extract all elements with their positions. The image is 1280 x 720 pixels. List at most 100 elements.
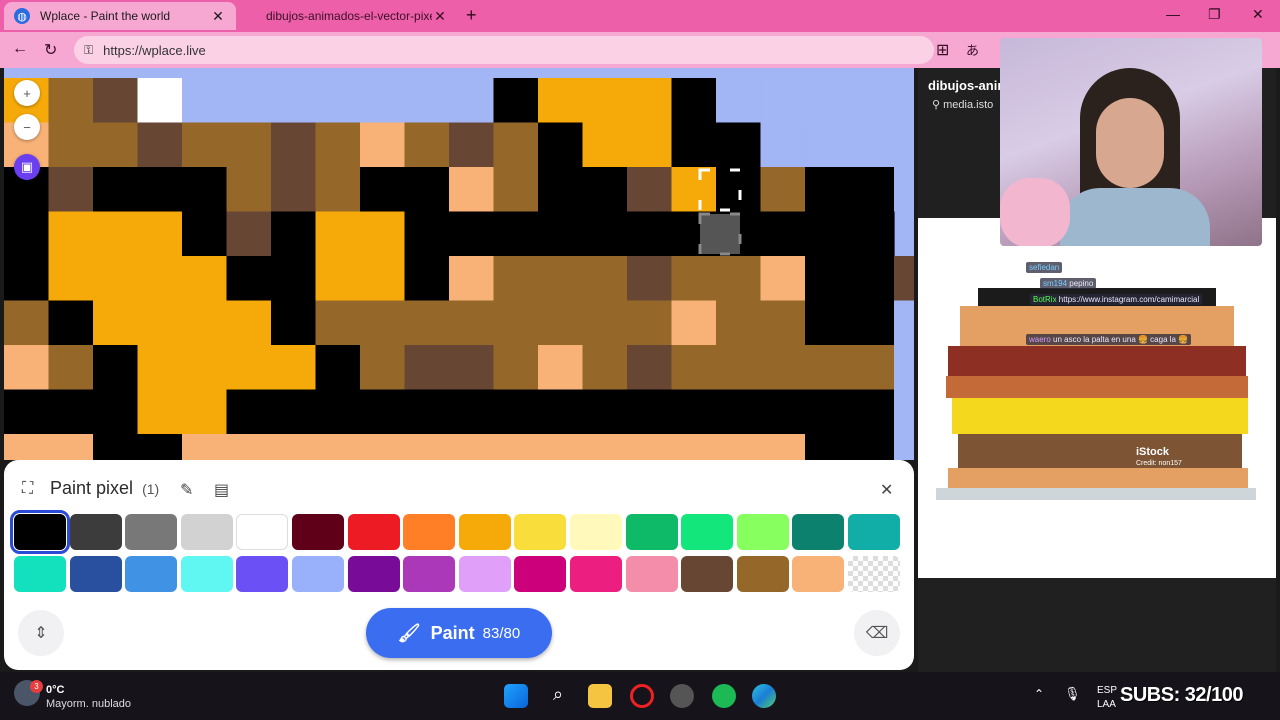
canvas-pixel[interactable] <box>493 167 539 213</box>
canvas-pixel[interactable] <box>627 389 673 435</box>
canvas-pixel[interactable] <box>137 345 183 391</box>
canvas-pixel[interactable] <box>404 211 450 257</box>
color-swatch[interactable] <box>347 556 400 592</box>
weather-description[interactable]: Mayorm. nublado <box>46 698 131 710</box>
canvas-pixel[interactable] <box>760 211 806 257</box>
canvas-pixel[interactable] <box>493 256 539 302</box>
canvas-pixel[interactable] <box>226 434 272 460</box>
close-window-icon[interactable]: ✕ <box>1252 6 1264 23</box>
color-swatch[interactable] <box>848 514 900 550</box>
canvas-pixel[interactable] <box>894 167 914 213</box>
canvas-pixel[interactable] <box>493 78 539 124</box>
canvas-pixel[interactable] <box>271 78 317 124</box>
canvas-pixel[interactable] <box>4 256 50 302</box>
close-tab-icon[interactable]: ✕ <box>210 8 226 25</box>
color-swatch[interactable] <box>625 556 678 592</box>
color-swatch[interactable] <box>69 514 122 550</box>
canvas-pixel[interactable] <box>93 434 139 460</box>
canvas-pixel[interactable] <box>137 167 183 213</box>
site-info-icon[interactable]: ⚿ <box>84 43 93 58</box>
opera-icon[interactable] <box>630 684 654 708</box>
color-swatch[interactable] <box>625 514 678 550</box>
color-swatch[interactable] <box>10 510 70 554</box>
search-icon[interactable]: ⌕ <box>546 684 570 708</box>
canvas-pixel[interactable] <box>671 167 717 213</box>
canvas-pixel[interactable] <box>538 122 584 168</box>
canvas-pixel[interactable] <box>760 345 806 391</box>
zoom-in-button[interactable]: + <box>14 80 40 106</box>
new-tab-button[interactable]: + <box>466 5 477 26</box>
canvas-pixel[interactable] <box>137 434 183 460</box>
close-panel-icon[interactable]: ✕ <box>880 480 893 500</box>
minimize-icon[interactable]: — <box>1166 6 1180 22</box>
canvas-pixel[interactable] <box>627 256 673 302</box>
canvas-pixel[interactable] <box>271 167 317 213</box>
color-swatch[interactable] <box>403 556 456 592</box>
canvas-pixel[interactable] <box>716 300 762 346</box>
canvas-pixel[interactable] <box>538 256 584 302</box>
canvas-pixel[interactable] <box>582 256 628 302</box>
canvas-pixel[interactable] <box>582 78 628 124</box>
canvas-pixel[interactable] <box>182 300 228 346</box>
canvas-pixel[interactable] <box>760 122 806 168</box>
close-tab-icon[interactable]: ✕ <box>432 8 448 25</box>
canvas-pixel[interactable] <box>137 256 183 302</box>
color-swatch[interactable] <box>514 514 567 550</box>
reload-icon[interactable]: ↻ <box>44 40 57 60</box>
twitch-icon[interactable]: ▣ <box>14 154 40 180</box>
canvas-pixel[interactable] <box>404 167 450 213</box>
canvas-pixel[interactable] <box>93 122 139 168</box>
canvas-pixel[interactable] <box>226 345 272 391</box>
zoom-out-button[interactable]: − <box>14 114 40 140</box>
canvas-pixel[interactable] <box>582 434 628 460</box>
canvas-pixel[interactable] <box>538 434 584 460</box>
canvas-pixel[interactable] <box>360 78 406 124</box>
canvas-pixel[interactable] <box>449 167 495 213</box>
canvas-pixel[interactable] <box>137 300 183 346</box>
canvas-pixel[interactable] <box>93 389 139 435</box>
canvas-pixel[interactable] <box>93 256 139 302</box>
canvas-pixel[interactable] <box>48 256 94 302</box>
canvas-pixel[interactable] <box>226 78 272 124</box>
canvas-pixel[interactable] <box>449 256 495 302</box>
canvas-pixel[interactable] <box>182 345 228 391</box>
input-layout[interactable]: LAA <box>1097 699 1116 710</box>
color-swatch[interactable] <box>681 556 734 592</box>
canvas-pixel[interactable] <box>226 211 272 257</box>
canvas-pixel[interactable] <box>404 434 450 460</box>
color-swatch[interactable] <box>180 556 233 592</box>
canvas-pixel[interactable] <box>849 389 895 435</box>
color-swatch[interactable] <box>69 556 122 592</box>
canvas-pixel[interactable] <box>4 389 50 435</box>
canvas-pixel[interactable] <box>4 345 50 391</box>
canvas-pixel[interactable] <box>582 345 628 391</box>
fullscreen-icon[interactable]: ⛶ <box>22 480 33 498</box>
canvas-pixel[interactable] <box>360 122 406 168</box>
canvas-pixel[interactable] <box>449 300 495 346</box>
canvas-pixel[interactable] <box>4 211 50 257</box>
canvas-pixel[interactable] <box>271 434 317 460</box>
canvas-pixel[interactable] <box>805 300 851 346</box>
color-swatch[interactable] <box>347 514 400 550</box>
tab-wplace[interactable]: ◍ Wplace - Paint the world ✕ <box>4 2 236 30</box>
canvas-pixel[interactable] <box>271 211 317 257</box>
canvas-pixel[interactable] <box>538 78 584 124</box>
canvas-pixel[interactable] <box>93 345 139 391</box>
canvas-pixel[interactable] <box>894 434 914 460</box>
canvas-pixel[interactable] <box>627 211 673 257</box>
canvas-pixel[interactable] <box>849 345 895 391</box>
canvas-pixel[interactable] <box>627 78 673 124</box>
transparent-color-swatch[interactable] <box>848 556 900 592</box>
canvas-pixel[interactable] <box>226 256 272 302</box>
canvas-pixel[interactable] <box>805 256 851 302</box>
color-swatch[interactable] <box>792 514 845 550</box>
chevron-up-icon[interactable]: ⌃ <box>1034 687 1044 701</box>
canvas-pixel[interactable] <box>315 389 361 435</box>
canvas-pixel[interactable] <box>582 211 628 257</box>
canvas-pixel[interactable] <box>627 300 673 346</box>
color-swatch[interactable] <box>125 514 178 550</box>
canvas-pixel[interactable] <box>671 78 717 124</box>
canvas-pixel[interactable] <box>538 389 584 435</box>
color-swatch[interactable] <box>236 556 289 592</box>
canvas-pixel[interactable] <box>627 345 673 391</box>
